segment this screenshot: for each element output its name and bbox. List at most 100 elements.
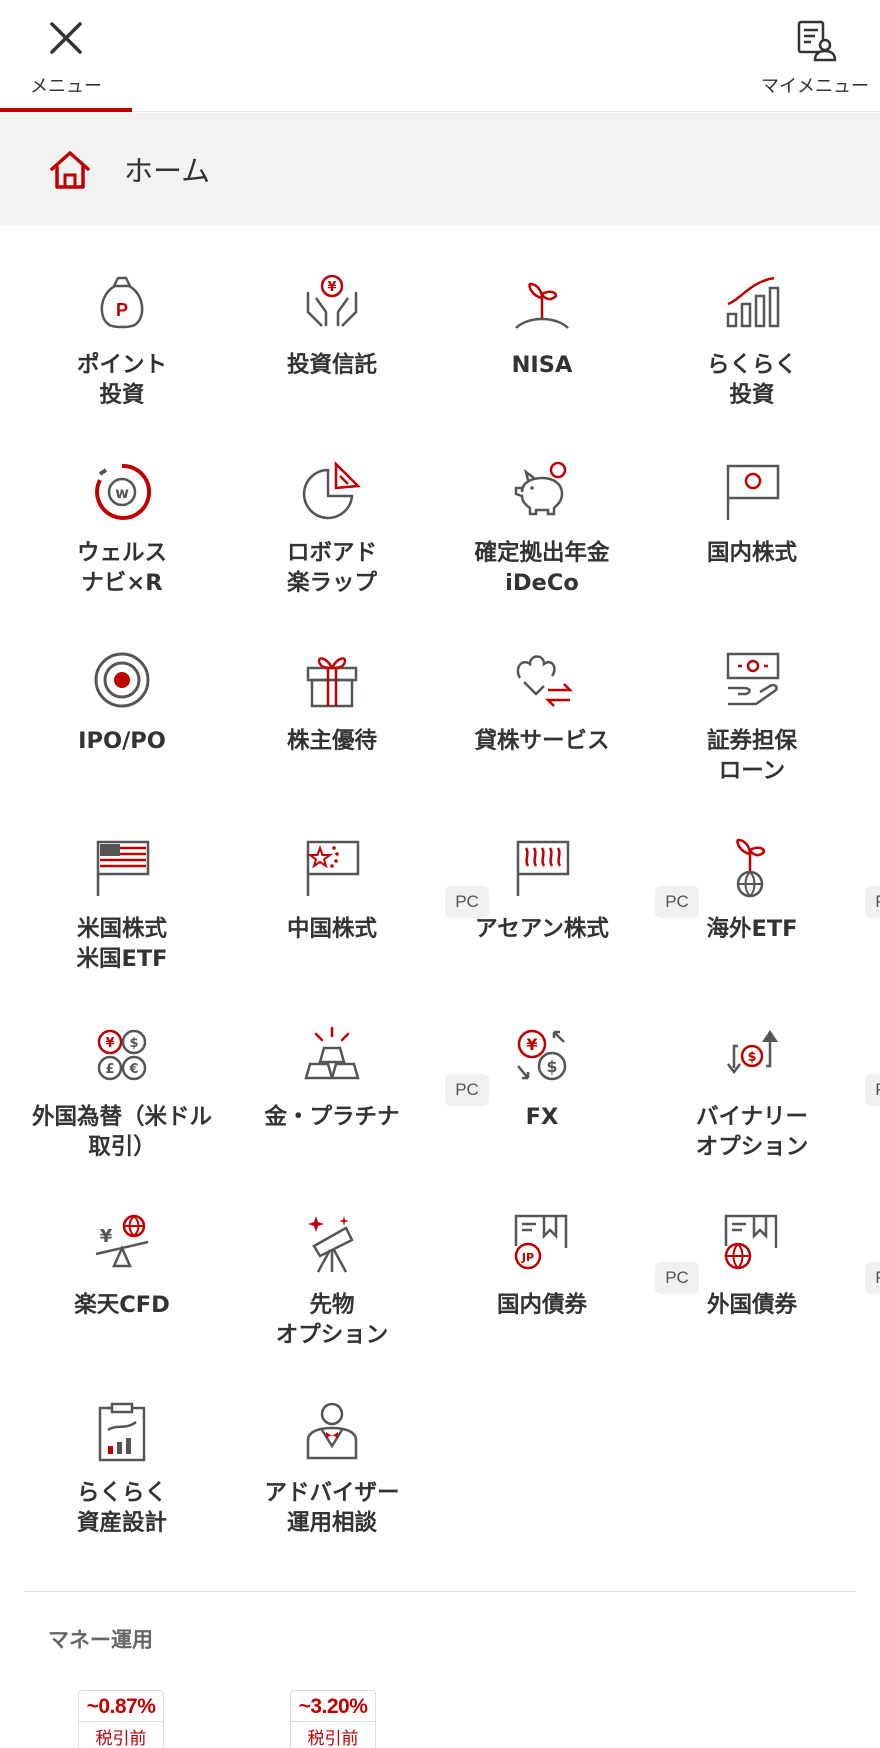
- menu-item-us-stock[interactable]: 米国株式 米国ETF: [12, 826, 232, 1006]
- menu-item-easy-asset-design[interactable]: らくらく 資産設計: [12, 1390, 232, 1570]
- menu-item-robo-advisor[interactable]: ロボアド 楽ラップ: [222, 450, 442, 630]
- menu-item-label: バイナリー オプション: [695, 1104, 809, 1160]
- menu-item-domestic-stock[interactable]: 国内株式: [642, 450, 862, 630]
- menu-item-label: らくらく 資産設計: [76, 1480, 167, 1536]
- svg-text:$: $: [129, 1036, 138, 1051]
- menu-item-nisa[interactable]: NISA: [432, 262, 652, 442]
- menu-item-ipo-po[interactable]: IPO/PO: [12, 638, 232, 818]
- lending-icon: [516, 655, 574, 707]
- cfd-seesaw-icon: ¥: [95, 1214, 149, 1268]
- globe-sprout-icon: [736, 838, 766, 898]
- menu-item-label: 米国株式 米国ETF: [76, 916, 168, 972]
- menu-item-wealthnavi[interactable]: w ウェルス ナビ×R: [12, 450, 232, 630]
- menu-item-label: NISA: [511, 352, 573, 378]
- pc-badge: PC: [865, 886, 880, 918]
- money-card-rate: ~0.87%: [86, 1695, 156, 1718]
- menu-item-label: アドバイザー 運用相談: [264, 1480, 400, 1536]
- sprout-icon: [515, 282, 569, 329]
- us-flag-icon: [96, 840, 150, 896]
- menu-item-label: 国内債券: [496, 1292, 587, 1318]
- menu-item-label: らくらく 投資: [706, 352, 797, 408]
- bar-growth-icon: [726, 276, 780, 328]
- menu-item-label: FX: [525, 1104, 559, 1130]
- foreign-bond-icon: [724, 1214, 778, 1270]
- gold-bars-icon: [304, 1026, 360, 1080]
- point-bag-icon: P: [100, 276, 144, 329]
- gift-icon: [306, 657, 358, 708]
- active-tab-indicator: [0, 108, 132, 112]
- svg-text:JP: JP: [521, 1251, 534, 1264]
- menu-item-easy-invest[interactable]: らくらく 投資: [642, 262, 862, 442]
- home-icon: [50, 151, 90, 189]
- menu-item-futures-options[interactable]: 先物 オプション: [222, 1202, 442, 1382]
- menu-item-investment-trust[interactable]: ¥ 投資信託: [222, 262, 442, 442]
- menu-label: メニュー: [30, 76, 102, 97]
- menu-item-label: 株主優待: [286, 728, 377, 754]
- svg-text:¥: ¥: [327, 280, 336, 295]
- binary-option-icon: $: [727, 1030, 778, 1075]
- menu-item-asean-stock[interactable]: PC アセアン株式: [432, 826, 699, 1006]
- menu-item-china-stock[interactable]: PC 中国株式: [222, 826, 489, 1006]
- menu-item-label: 確定拠出年金 iDeCo: [474, 540, 610, 596]
- menu-item-label: IPO/PO: [78, 728, 166, 754]
- yen-hands-icon: ¥: [306, 274, 358, 327]
- menu-item-label: ロボアド 楽ラップ: [286, 540, 377, 596]
- menu-item-label: 中国株式: [286, 916, 377, 942]
- menu-item-shareholder-benefits[interactable]: 株主優待: [222, 638, 442, 818]
- svg-text:€: €: [128, 1062, 138, 1077]
- advisor-icon: [306, 1402, 358, 1460]
- jp-bond-icon: JP: [514, 1214, 568, 1270]
- home-link[interactable]: ホーム: [0, 113, 880, 225]
- home-label: ホーム: [124, 154, 211, 188]
- svg-text:P: P: [116, 300, 128, 320]
- menu-item-label: 証券担保 ローン: [706, 728, 797, 784]
- menu-item-label: アセアン株式: [475, 916, 609, 942]
- menu-item-fx[interactable]: ¥ $ FX: [432, 1014, 652, 1194]
- menu-item-label: 楽天CFD: [74, 1292, 170, 1318]
- piggy-bank-icon: [514, 461, 567, 516]
- money-card[interactable]: ~3.20% 税引前: [290, 1690, 376, 1748]
- fx-exchange-icon: ¥ $: [517, 1029, 567, 1081]
- svg-text:¥: ¥: [526, 1035, 537, 1054]
- svg-text:$: $: [747, 1050, 756, 1065]
- money-card-tax: 税引前: [291, 1721, 375, 1748]
- menu-close-button[interactable]: メニュー: [0, 0, 132, 112]
- menu-item-domestic-bond[interactable]: JP PC 国内債券: [432, 1202, 699, 1382]
- my-menu-label: マイメニュー: [761, 76, 869, 97]
- money-card-tax: 税引前: [79, 1721, 163, 1748]
- menu-item-foreign-etf[interactable]: PC 海外ETF: [642, 826, 880, 1006]
- svg-text:¥: ¥: [105, 1036, 114, 1051]
- wealthnavi-icon: w: [95, 463, 152, 520]
- china-flag-icon: [306, 840, 360, 896]
- menu-item-rakuten-cfd[interactable]: ¥ 楽天CFD: [12, 1202, 232, 1382]
- menu-item-point-invest[interactable]: P ポイント 投資: [12, 262, 232, 442]
- menu-item-ideco[interactable]: 確定拠出年金 iDeCo: [432, 450, 652, 630]
- svg-text:w: w: [115, 484, 129, 502]
- target-icon: [94, 652, 150, 708]
- menu-item-binary-option[interactable]: $ PC バイナリー オプション: [642, 1014, 880, 1194]
- menu-item-gold-platinum[interactable]: PC 金・プラチナ: [222, 1014, 489, 1194]
- menu-item-stock-lending[interactable]: 貸株サービス: [432, 638, 652, 818]
- money-card[interactable]: ~0.87% 税引前: [78, 1690, 164, 1748]
- menu-item-advisor-consult[interactable]: アドバイザー 運用相談: [222, 1390, 442, 1570]
- menu-item-label: 外国為替（米ドル 取引）: [31, 1104, 212, 1160]
- menu-item-foreign-bond[interactable]: PC 外国債券: [642, 1202, 880, 1382]
- close-icon: [50, 22, 82, 54]
- my-menu-button[interactable]: マイメニュー: [750, 0, 880, 112]
- menu-item-securities-loan[interactable]: 証券担保 ローン: [642, 638, 862, 818]
- my-menu-icon: [797, 20, 837, 62]
- menu-item-label: 投資信託: [286, 352, 377, 378]
- money-section-title: マネー運用: [48, 1628, 153, 1652]
- svg-text:¥: ¥: [100, 1226, 113, 1247]
- menu-item-label: 国内株式: [706, 540, 797, 566]
- menu-item-label: 外国債券: [706, 1292, 797, 1318]
- menu-item-forex-usd[interactable]: ¥ $ £ € 外国為替（米ドル 取引）: [12, 1014, 232, 1194]
- top-bar: メニュー マイメニュー: [0, 0, 880, 112]
- asean-flag-icon: [516, 840, 570, 896]
- menu-item-label: ポイント 投資: [76, 352, 167, 408]
- menu-item-label: 貸株サービス: [474, 728, 610, 754]
- menu-item-label: 海外ETF: [706, 916, 798, 942]
- pc-badge: PC: [865, 1074, 880, 1106]
- menu-item-label: 金・プラチナ: [264, 1104, 400, 1130]
- cash-hand-icon: [726, 652, 780, 706]
